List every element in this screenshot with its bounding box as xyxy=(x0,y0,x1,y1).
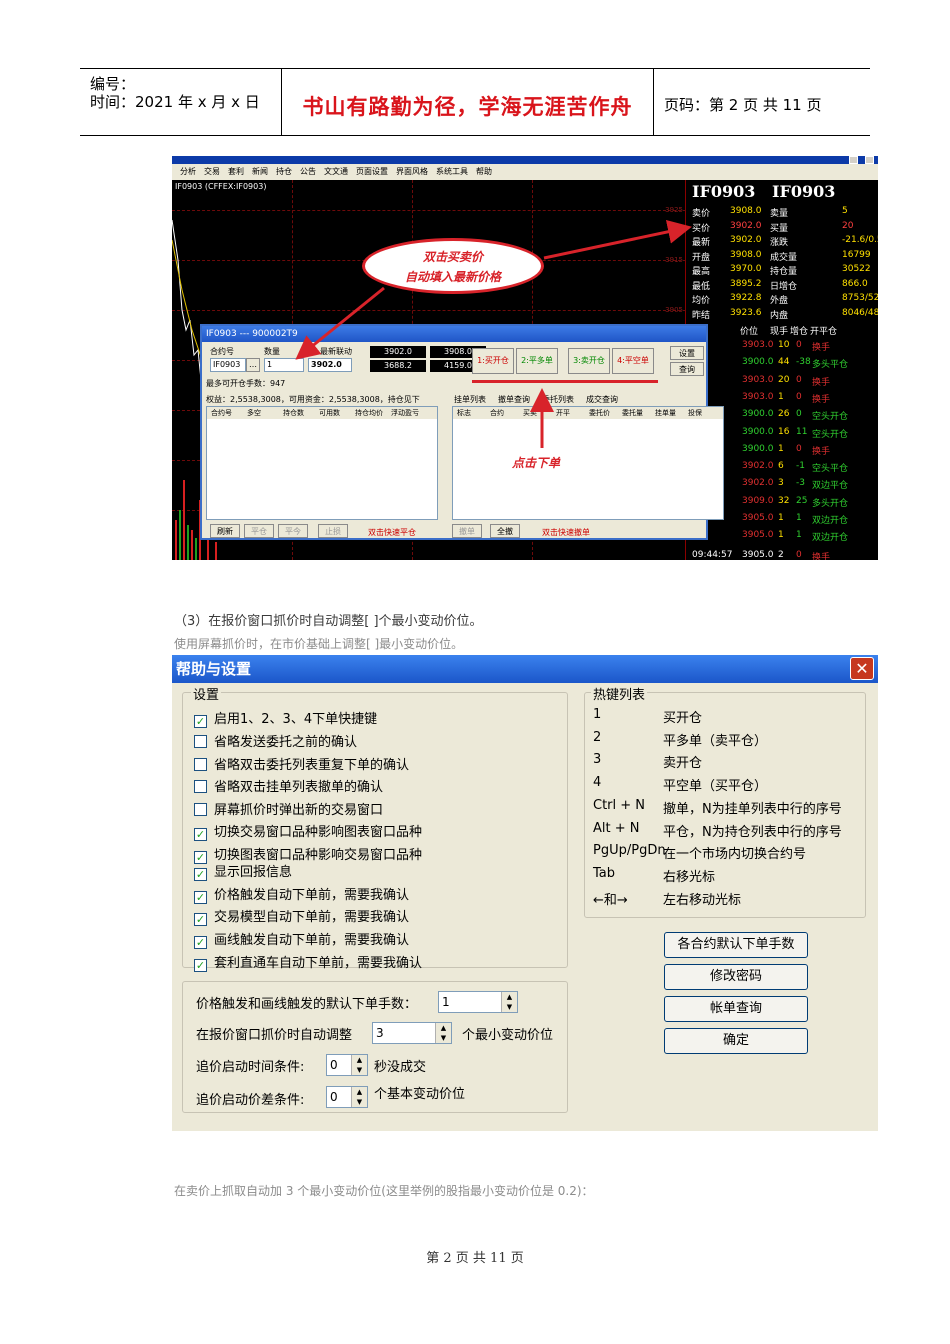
hotkey-action: 在一个市场内切换合约号 xyxy=(663,847,807,863)
statement-query-button[interactable]: 帐单查询 xyxy=(664,996,808,1022)
hotkey-key: 4 xyxy=(593,775,602,791)
time-unit: 秒没成交 xyxy=(374,1060,427,1075)
checkmark-icon[interactable]: ✓ xyxy=(194,936,207,949)
change-password-button[interactable]: 修改密码 xyxy=(664,964,808,990)
doc-date: 时间：2021 年 x 月 x 日 xyxy=(90,93,260,111)
hotkey-key: 2 xyxy=(593,729,602,745)
page-number: 页码：第 2 页 共 11 页 xyxy=(664,96,822,114)
setting-label: 交易模型自动下单前，需要我确认 xyxy=(214,910,410,925)
hotkey-key: PgUp/PgDn xyxy=(593,843,666,859)
motto: 书山有路勤为径，学海无涯苦作舟 xyxy=(302,94,633,119)
setting-checkbox[interactable]: ✓ 价格触发自动下单前，需要我确认 xyxy=(194,884,409,904)
setting-label: 显示回报信息 xyxy=(214,865,293,880)
checkmark-icon[interactable]: ✓ xyxy=(194,715,207,728)
time-label: 追价启动时间条件: xyxy=(196,1060,305,1075)
setting-label: 屏幕抓价时弹出新的交易窗口 xyxy=(214,803,384,818)
checkbox-icon[interactable] xyxy=(194,735,207,748)
header-page-cell: 页码：第 2 页 共 11 页 xyxy=(654,69,870,135)
help-settings-dialog: 帮助与设置 ✕ 设置 ✓ 启用1、2、3、4下单快捷键 省略发送委托之前的确认省略双… xyxy=(172,655,878,1131)
checkmark-icon[interactable]: ✓ xyxy=(194,891,207,904)
checkmark-icon[interactable]: ✓ xyxy=(194,913,207,926)
close-icon[interactable]: ✕ xyxy=(850,657,874,680)
annotation-bubble: 双击买卖价 自动填入最新价格 xyxy=(362,238,544,294)
paragraph-example: 在卖价上抓取自动加 3 个最小变动价位(这里举例的股指最小变动价位是 0.2)： xyxy=(174,1184,594,1198)
ok-button[interactable]: 确定 xyxy=(664,1028,808,1054)
hotkey-key: Tab xyxy=(593,865,616,881)
checkbox-icon[interactable] xyxy=(194,780,207,793)
hotkey-action: 卖开仓 xyxy=(663,756,703,772)
page-header: 编号： 时间：2021 年 x 月 x 日 书山有路勤为径，学海无涯苦作舟 页码… xyxy=(80,68,870,136)
adjust-spinner[interactable]: 3 ▲ ▼ xyxy=(372,1022,452,1044)
trading-terminal-screenshot: 分析 交易 套利 新闻 持仓 公告 文文通 页面设置 界面风格 系统工具 帮助 IF0903 (CF… xyxy=(172,156,878,560)
hotkey-action: 平多单（卖平仓） xyxy=(663,733,768,749)
hotkey-key: Ctrl + N xyxy=(593,797,646,813)
setting-label: 省略双击委托列表重复下单的确认 xyxy=(214,758,410,773)
setting-checkbox[interactable]: 省略双击挂单列表撤单的确认 xyxy=(194,776,383,795)
dialog-titlebar: 帮助与设置 ✕ xyxy=(172,655,878,683)
paragraph-heading: （3）在报价窗口抓价时自动调整[ ]个最小变动价位。 xyxy=(174,614,483,629)
checkmark-icon[interactable]: ✓ xyxy=(194,868,207,881)
setting-checkbox[interactable]: 屏幕抓价时弹出新的交易窗口 xyxy=(194,799,383,818)
setting-checkbox[interactable]: ✓ 套利直通车自动下单前，需要我确认 xyxy=(194,952,422,972)
adjust-label: 在报价窗口抓价时自动调整 xyxy=(196,1028,353,1043)
hotkey-action: 右移光标 xyxy=(663,869,716,885)
hotkey-action: 撤单，N为挂单列表中行的序号 xyxy=(663,801,842,817)
dialog-title: 帮助与设置 xyxy=(176,660,252,678)
default-qty-spinner[interactable]: 1 ▲ ▼ xyxy=(438,991,518,1013)
hotkey-key: Alt + N xyxy=(593,820,640,836)
header-motto-cell: 书山有路勤为径，学海无涯苦作舟 xyxy=(282,69,654,135)
settings-legend: 设置 xyxy=(191,684,222,703)
hotkey-action: 左右移动光标 xyxy=(663,892,742,908)
paragraph-note: 使用屏幕抓价时，在市价基础上调整[ ]最小变动价位。 xyxy=(174,637,464,651)
adjust-unit: 个最小变动价位 xyxy=(462,1028,554,1043)
setting-checkbox[interactable]: 省略发送委托之前的确认 xyxy=(194,731,357,750)
setting-label: 切换交易窗口品种影响图表窗口品种 xyxy=(214,825,423,840)
hotkeys-legend: 热键列表 xyxy=(591,684,648,703)
hotkey-action: 买开仓 xyxy=(663,711,703,726)
annotation-arrows xyxy=(295,219,692,448)
checkbox-icon[interactable] xyxy=(194,758,207,771)
setting-checkbox[interactable]: ✓ 切换交易窗口品种影响图表窗口品种 xyxy=(194,821,422,841)
hotkey-key: 3 xyxy=(593,752,602,768)
default-qty-label: 价格触发和画线触发的默认下单手数： xyxy=(196,997,418,1012)
setting-checkbox[interactable]: ✓ 交易模型自动下单前，需要我确认 xyxy=(194,906,409,926)
header-info-cell: 编号： 时间：2021 年 x 月 x 日 xyxy=(80,69,282,135)
diff-unit: 个基本变动价位 xyxy=(374,1087,466,1102)
default-qty-button[interactable]: 各合约默认下单手数 xyxy=(664,932,808,958)
setting-label: 画线触发自动下单前，需要我确认 xyxy=(214,933,410,948)
setting-label: 省略发送委托之前的确认 xyxy=(214,735,358,750)
checkmark-icon[interactable]: ✓ xyxy=(194,959,207,972)
setting-label: 套利直通车自动下单前，需要我确认 xyxy=(214,956,423,971)
setting-checkbox[interactable]: ✓ 画线触发自动下单前，需要我确认 xyxy=(194,929,409,949)
checkbox-icon[interactable] xyxy=(194,803,207,816)
hotkey-key: ←和→ xyxy=(593,892,628,908)
diff-label: 追价启动价差条件: xyxy=(196,1093,305,1108)
hotkey-action: 平空单（买平仓） xyxy=(663,779,768,795)
setting-checkbox[interactable]: ✓ 启用1、2、3、4下单快捷键 xyxy=(194,708,377,728)
setting-label: 省略双击挂单列表撤单的确认 xyxy=(214,780,384,795)
click-annotation: 点击下单 xyxy=(512,456,561,470)
setting-label: 启用1、2、3、4下单快捷键 xyxy=(214,712,378,727)
checkmark-icon[interactable]: ✓ xyxy=(194,828,207,841)
diff-spinner[interactable]: 0 ▲ ▼ xyxy=(326,1086,368,1108)
setting-checkbox[interactable]: 省略双击委托列表重复下单的确认 xyxy=(194,754,409,773)
setting-label: 价格触发自动下单前，需要我确认 xyxy=(214,888,410,903)
hotkey-action: 平仓，N为持仓列表中行的序号 xyxy=(663,824,842,840)
page-footer: 第 2 页 共 11 页 xyxy=(426,1251,524,1266)
setting-checkbox[interactable]: ✓ 显示回报信息 xyxy=(194,861,292,881)
hotkey-key: 1 xyxy=(593,707,602,722)
time-spinner[interactable]: 0 ▲ ▼ xyxy=(326,1054,368,1076)
